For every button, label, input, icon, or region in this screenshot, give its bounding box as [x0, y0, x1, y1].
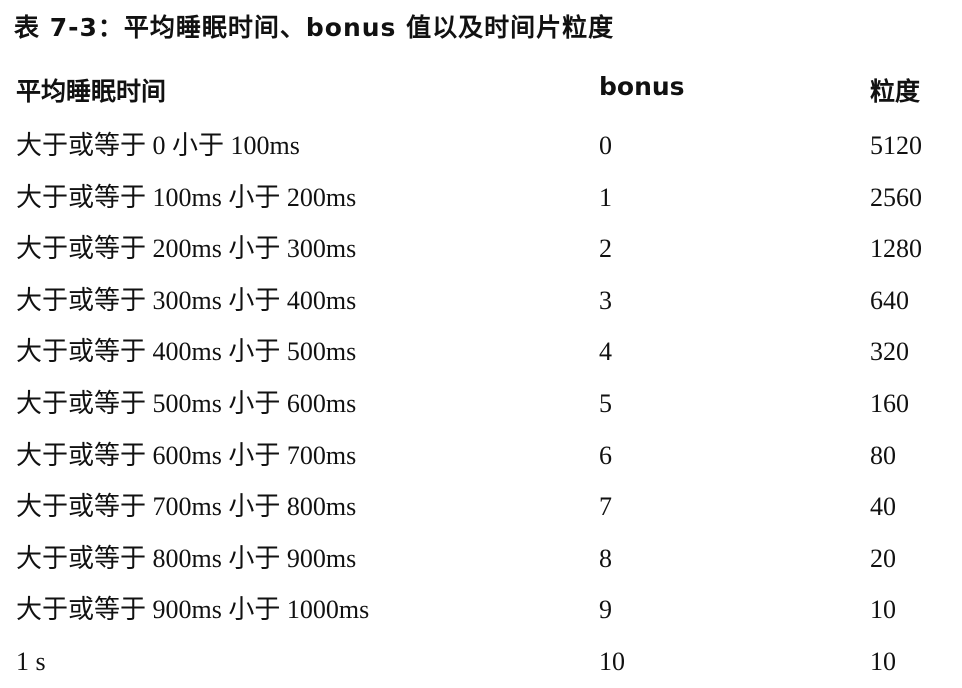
table-row: 大于或等于 400ms 小于 500ms 4 320 — [0, 326, 962, 378]
cell-granularity: 10 — [870, 646, 896, 676]
table-row: 大于或等于 0 小于 100ms 0 5120 — [0, 120, 962, 172]
cell-granularity: 640 — [870, 285, 909, 315]
cell-granularity: 80 — [870, 440, 896, 470]
table-row: 大于或等于 600ms 小于 700ms 6 80 — [0, 430, 962, 482]
cell-granularity: 160 — [870, 388, 909, 418]
cell-bonus: 2 — [599, 234, 612, 264]
table-header-row: 平均睡眠时间 bonus 粒度 — [0, 66, 962, 110]
cell-bonus: 10 — [599, 646, 625, 676]
cell-sleep-time: 大于或等于 800ms 小于 900ms — [16, 543, 357, 573]
table-row: 大于或等于 800ms 小于 900ms 8 20 — [0, 533, 962, 585]
table-row: 大于或等于 200ms 小于 300ms 2 1280 — [0, 223, 962, 275]
cell-granularity: 2560 — [870, 182, 922, 212]
cell-granularity: 40 — [870, 492, 896, 522]
cell-bonus: 4 — [599, 337, 612, 367]
table-row: 大于或等于 300ms 小于 400ms 3 640 — [0, 275, 962, 327]
cell-bonus: 6 — [599, 440, 612, 470]
cell-granularity: 320 — [870, 337, 909, 367]
cell-sleep-time: 大于或等于 200ms 小于 300ms — [16, 234, 357, 264]
cell-sleep-time: 大于或等于 500ms 小于 600ms — [16, 388, 357, 418]
cell-granularity: 20 — [870, 543, 896, 573]
cell-bonus: 1 — [599, 182, 612, 212]
table-row: 大于或等于 500ms 小于 600ms 5 160 — [0, 378, 962, 430]
cell-sleep-time: 大于或等于 300ms 小于 400ms — [16, 285, 357, 315]
cell-sleep-time: 大于或等于 400ms 小于 500ms — [16, 337, 357, 367]
cell-granularity: 1280 — [870, 234, 922, 264]
cell-sleep-time: 大于或等于 100ms 小于 200ms — [16, 182, 357, 212]
cell-granularity: 5120 — [870, 131, 922, 160]
document-page: 表 7-3：平均睡眠时间、bonus 值以及时间片粒度 平均睡眠时间 bonus… — [0, 0, 962, 682]
cell-sleep-time: 大于或等于 600ms 小于 700ms — [16, 440, 357, 470]
table-row: 大于或等于 700ms 小于 800ms 7 40 — [0, 481, 962, 533]
cell-sleep-time: 大于或等于 0 小于 100ms — [16, 131, 300, 160]
table-row: 大于或等于 900ms 小于 1000ms 9 10 — [0, 584, 962, 636]
table-row: 大于或等于 100ms 小于 200ms 1 2560 — [0, 172, 962, 224]
cell-bonus: 0 — [599, 131, 612, 160]
cell-sleep-time: 1 s — [16, 646, 46, 676]
header-bonus: bonus — [599, 72, 685, 101]
cell-sleep-time: 大于或等于 900ms 小于 1000ms — [16, 595, 370, 625]
cell-granularity: 10 — [870, 595, 896, 625]
header-granularity: 粒度 — [870, 77, 921, 106]
cell-bonus: 5 — [599, 388, 612, 418]
table-row: 1 s 10 10 — [0, 636, 962, 688]
cell-sleep-time: 大于或等于 700ms 小于 800ms — [16, 492, 357, 522]
header-sleep-time: 平均睡眠时间 — [16, 77, 167, 106]
cell-bonus: 3 — [599, 285, 612, 315]
cell-bonus: 9 — [599, 595, 612, 625]
cell-bonus: 7 — [599, 492, 612, 522]
table-body: 大于或等于 0 小于 100ms 0 5120 大于或等于 100ms 小于 2… — [0, 120, 962, 688]
cell-bonus: 8 — [599, 543, 612, 573]
table-caption: 表 7-3：平均睡眠时间、bonus 值以及时间片粒度 — [14, 13, 615, 42]
